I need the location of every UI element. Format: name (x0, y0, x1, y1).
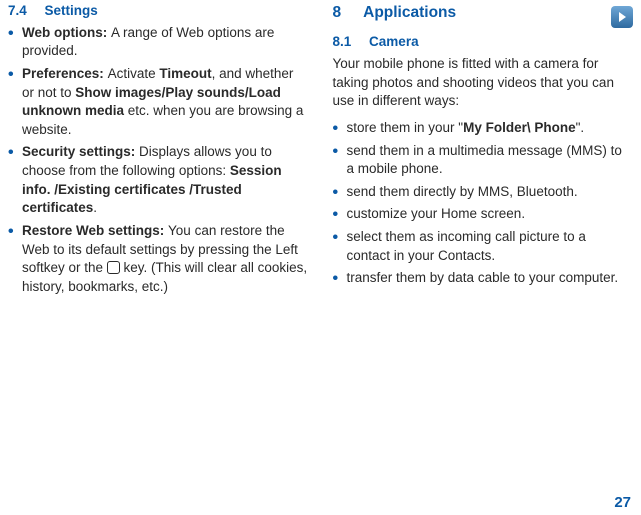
list-item: store them in your "My Folder\ Phone". (333, 119, 634, 138)
item-bold: Timeout (159, 66, 211, 81)
item-text: customize your Home screen. (347, 206, 526, 221)
list-item: send them in a multimedia message (MMS) … (333, 142, 634, 179)
item-lead: Preferences: (22, 66, 108, 81)
item-text: transfer them by data cable to your comp… (347, 270, 619, 285)
camera-list: store them in your "My Folder\ Phone". s… (333, 119, 634, 288)
item-text: . (93, 200, 97, 215)
item-text: ". (576, 120, 585, 135)
list-item: send them directly by MMS, Bluetooth. (333, 183, 634, 202)
item-text: Activate (108, 66, 160, 81)
list-item: Security settings: Displays allows you t… (8, 143, 309, 218)
list-item: transfer them by data cable to your comp… (333, 269, 634, 288)
section-number: 7.4 (8, 3, 27, 18)
list-item: Web options: A range of Web options are … (8, 24, 309, 61)
section-8-1-heading: 8.1 Camera (333, 33, 634, 52)
settings-list: Web options: A range of Web options are … (8, 24, 309, 297)
list-item: Restore Web settings: You can restore th… (8, 222, 309, 297)
chapter-title: Applications (363, 2, 456, 23)
list-item: select them as incoming call picture to … (333, 228, 634, 265)
item-text: store them in your " (347, 120, 464, 135)
key-icon (107, 261, 120, 274)
section-title: Settings (45, 3, 98, 18)
intro-paragraph: Your mobile phone is fitted with a camer… (333, 55, 634, 111)
section-7-4-heading: 7.4 Settings (8, 2, 309, 21)
item-lead: Security settings: (22, 144, 139, 159)
item-text: send them in a multimedia message (MMS) … (347, 143, 622, 177)
right-column: 8 Applications 8.1 Camera Your mobile ph… (333, 2, 634, 300)
list-item: Preferences: Activate Timeout, and wheth… (8, 65, 309, 140)
section-number: 8.1 (333, 34, 352, 49)
chapter-8-heading: 8 Applications (333, 2, 634, 23)
item-lead: Restore Web settings: (22, 223, 168, 238)
item-text: send them directly by MMS, Bluetooth. (347, 184, 578, 199)
list-item: customize your Home screen. (333, 205, 634, 224)
item-bold: My Folder\ Phone (463, 120, 576, 135)
page-number: 27 (614, 494, 631, 511)
item-lead: Web options: (22, 25, 111, 40)
section-title: Camera (369, 34, 419, 49)
chapter-number: 8 (333, 2, 342, 23)
next-page-icon[interactable] (611, 6, 633, 28)
left-column: 7.4 Settings Web options: A range of Web… (8, 2, 309, 300)
item-text: select them as incoming call picture to … (347, 229, 586, 263)
manual-page: 7.4 Settings Web options: A range of Web… (0, 0, 641, 300)
